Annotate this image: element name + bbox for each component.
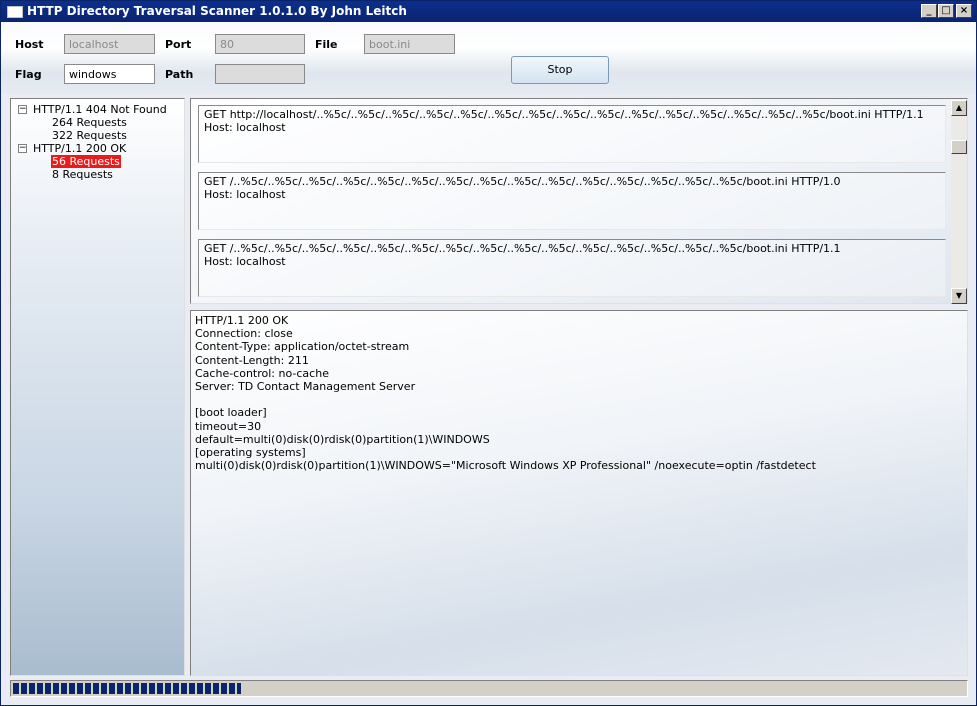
tree-leaf[interactable]: 322 Requests <box>52 129 127 142</box>
path-label: Path <box>165 68 194 81</box>
tree-leaf[interactable]: 8 Requests <box>52 168 113 181</box>
tree-node-404[interactable]: HTTP/1.1 404 Not Found <box>33 103 167 116</box>
flag-label: Flag <box>15 68 42 81</box>
collapse-icon[interactable]: − <box>18 105 27 114</box>
scroll-up-icon[interactable]: ▲ <box>951 100 967 116</box>
port-label: Port <box>165 38 192 51</box>
request-host: Host: localhost <box>204 188 286 201</box>
tree-node-200[interactable]: HTTP/1.1 200 OK <box>33 142 126 155</box>
settings-panel: Host localhost Port 80 File boot.ini Fla… <box>1 22 976 94</box>
flag-field[interactable]: windows <box>64 64 155 84</box>
title-bar[interactable]: HTTP Directory Traversal Scanner 1.0.1.0… <box>1 1 976 22</box>
maximize-button[interactable]: □ <box>938 4 954 18</box>
window-title: HTTP Directory Traversal Scanner 1.0.1.0… <box>27 4 407 18</box>
main-window: HTTP Directory Traversal Scanner 1.0.1.0… <box>0 0 977 706</box>
request-item[interactable]: GET http://localhost/..%5c/..%5c/..%5c/.… <box>198 105 946 163</box>
request-host: Host: localhost <box>204 255 286 268</box>
app-icon <box>7 6 23 18</box>
minimize-button[interactable]: _ <box>921 4 937 18</box>
request-item[interactable]: GET /..%5c/..%5c/..%5c/..%5c/..%5c/..%5c… <box>198 172 946 230</box>
request-line: GET /..%5c/..%5c/..%5c/..%5c/..%5c/..%5c… <box>204 242 841 255</box>
request-item[interactable]: GET /..%5c/..%5c/..%5c/..%5c/..%5c/..%5c… <box>198 239 946 297</box>
host-label: Host <box>15 38 44 51</box>
request-host: Host: localhost <box>204 121 286 134</box>
request-line: GET http://localhost/..%5c/..%5c/..%5c/.… <box>204 108 924 121</box>
tree-leaf[interactable]: 264 Requests <box>52 116 127 129</box>
request-line: GET /..%5c/..%5c/..%5c/..%5c/..%5c/..%5c… <box>204 175 841 188</box>
selected-label: 56 Requests <box>51 155 121 168</box>
collapse-icon[interactable]: − <box>18 144 27 153</box>
progress-fill <box>13 683 241 694</box>
file-label: File <box>315 38 338 51</box>
file-field[interactable]: boot.ini <box>364 34 455 54</box>
requests-pane[interactable]: GET http://localhost/..%5c/..%5c/..%5c/.… <box>190 98 968 304</box>
stop-button[interactable]: Stop <box>511 56 609 84</box>
progress-bar <box>10 680 968 697</box>
scroll-down-icon[interactable]: ▼ <box>951 288 967 304</box>
host-field[interactable]: localhost <box>64 34 155 54</box>
vertical-scrollbar[interactable]: ▲ ▼ <box>951 100 967 304</box>
tree-leaf-selected[interactable]: 56 Requests <box>51 155 121 168</box>
response-pane[interactable]: HTTP/1.1 200 OK Connection: close Conten… <box>190 310 968 676</box>
port-field[interactable]: 80 <box>215 34 305 54</box>
path-field[interactable] <box>215 64 305 84</box>
results-tree[interactable]: − HTTP/1.1 404 Not Found 264 Requests 32… <box>10 98 185 676</box>
close-button[interactable]: × <box>956 4 972 18</box>
scroll-thumb[interactable] <box>951 140 967 154</box>
